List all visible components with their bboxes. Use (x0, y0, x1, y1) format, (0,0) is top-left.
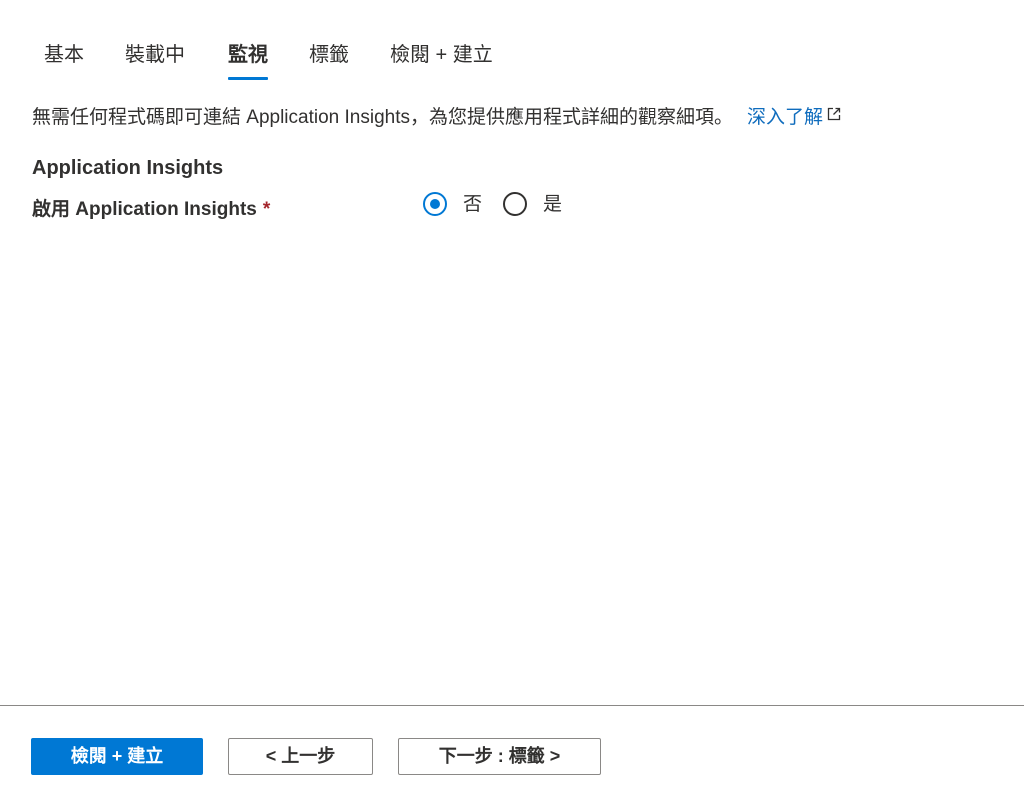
tab-tags[interactable]: 標籤 (309, 38, 349, 82)
next-tags-button[interactable]: 下一步 : 標籤 > (398, 738, 601, 775)
field-label-text: 啟用 Application Insights (32, 199, 257, 220)
radio-checked-icon (423, 192, 447, 216)
radio-label-yes: 是 (543, 194, 563, 215)
tab-hosting[interactable]: 裝載中 (125, 38, 185, 82)
description: 無需任何程式碼即可連結 Application Insights，為您提供應用程… (32, 102, 841, 132)
learn-more-label: 深入了解 (747, 107, 824, 128)
previous-button[interactable]: < 上一步 (228, 738, 373, 775)
required-marker: * (262, 199, 271, 220)
radio-label-no: 否 (463, 194, 483, 215)
tab-monitoring[interactable]: 監視 (228, 38, 268, 82)
footer-divider (0, 705, 1024, 706)
radio-unchecked-icon (503, 192, 527, 216)
description-text: 無需任何程式碼即可連結 Application Insights，為您提供應用程… (32, 107, 733, 128)
learn-more-link[interactable]: 深入了解 (747, 107, 841, 128)
section-title: Application Insights (32, 157, 224, 179)
review-create-button[interactable]: 檢閱 + 建立 (31, 738, 203, 775)
enable-app-insights-label: 啟用 Application Insights * (32, 196, 270, 224)
tab-review-create[interactable]: 檢閱 + 建立 (390, 38, 493, 82)
tab-basics[interactable]: 基本 (44, 38, 84, 82)
external-link-icon (827, 102, 841, 130)
